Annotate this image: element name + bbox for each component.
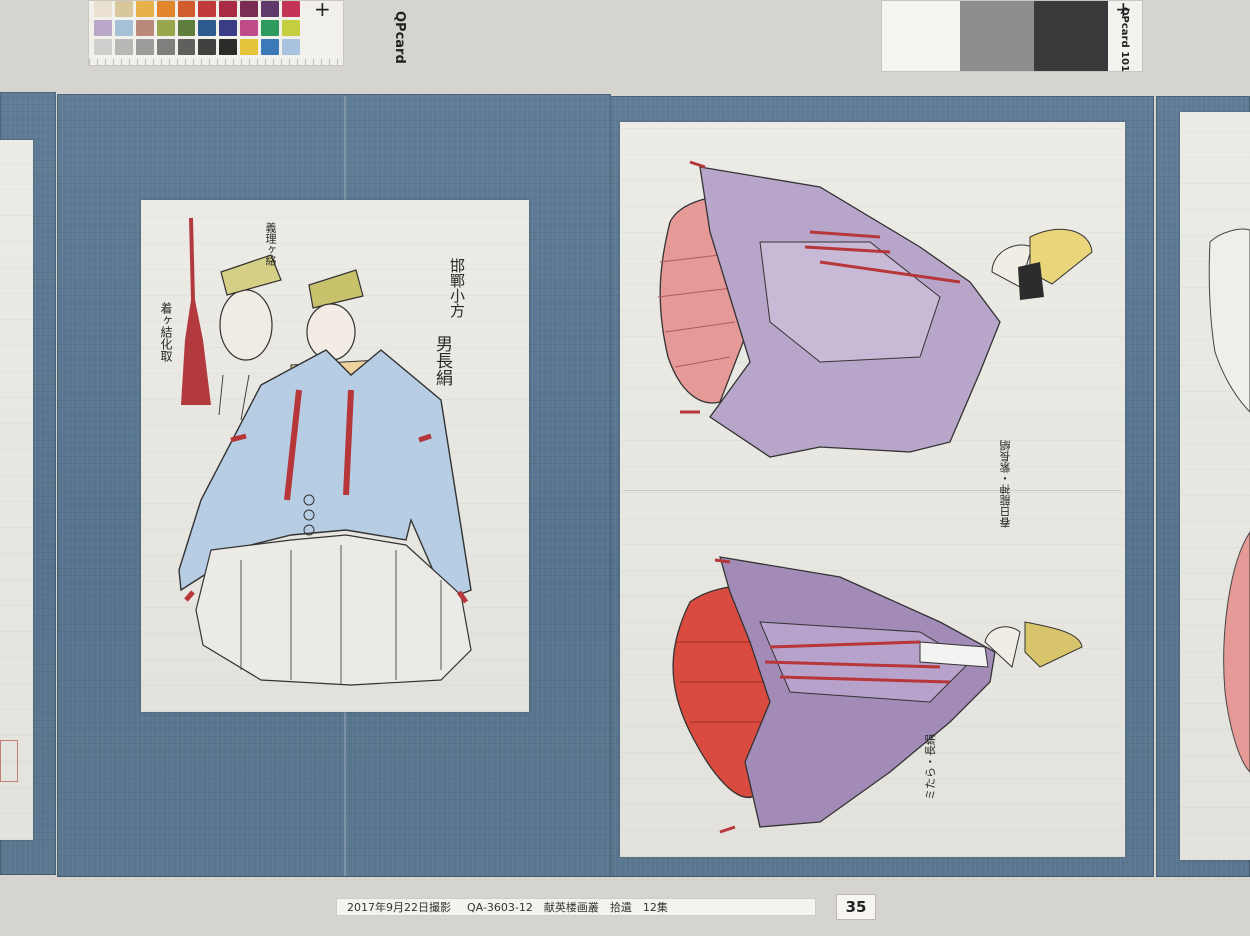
inscription-lower-figure: ミたら・長絹 (924, 734, 937, 800)
color-swatch (135, 39, 154, 55)
color-swatch (282, 20, 300, 36)
color-swatch (282, 1, 300, 17)
color-swatch (156, 1, 175, 17)
color-swatch (261, 1, 280, 17)
color-swatch (219, 39, 238, 55)
color-swatch (219, 20, 238, 36)
color-swatch (177, 1, 196, 17)
color-swatch (219, 1, 238, 17)
color-swatch (94, 1, 112, 17)
partial-painting-left (0, 140, 33, 840)
color-swatch (282, 39, 300, 55)
grey-step-mid (960, 1, 1034, 71)
color-swatch (240, 39, 259, 55)
partial-figure-right (1208, 228, 1250, 773)
caption-title: QA-3603-12 献英楼画叢 拾遺 12集 (467, 901, 668, 914)
grey-reference-card: + QPcard 101 (881, 0, 1143, 72)
color-swatch (240, 1, 259, 17)
color-swatch (114, 20, 133, 36)
grey-step-white (882, 1, 960, 71)
inscription-upper-figure: 春日龍神・紫長絹 (999, 440, 1012, 528)
color-swatch (240, 20, 259, 36)
page-number: 35 (836, 894, 876, 920)
grey-card-brand: QPcard 101 (1119, 7, 1130, 72)
color-swatch (261, 20, 280, 36)
color-swatch (94, 39, 112, 55)
caption-date: 2017年9月22日撮影 (347, 901, 451, 914)
color-swatch-grid (91, 1, 303, 59)
color-swatch (94, 20, 112, 36)
color-swatch (177, 20, 196, 36)
color-card-brand: QPcard (392, 11, 407, 64)
color-swatch (156, 39, 175, 55)
color-reference-card: + QPcard (88, 0, 407, 66)
inscription-costume: 男長絹 (432, 335, 452, 386)
color-swatch (198, 20, 217, 36)
color-swatch (198, 1, 217, 17)
figures-right-drawing (657, 160, 1093, 834)
figure-left-drawing (178, 218, 472, 686)
inscription-note-2: 着ヶ結化取 (159, 302, 173, 362)
inscription-title: 邯鄲小方 (448, 258, 466, 318)
color-swatch (135, 20, 154, 36)
color-swatch (114, 1, 133, 17)
color-swatch (198, 39, 217, 55)
photo-caption: 2017年9月22日撮影 QA-3603-12 献英楼画叢 拾遺 12集 (336, 898, 816, 916)
color-swatch (261, 39, 280, 55)
color-swatch (177, 39, 196, 55)
color-swatch (135, 1, 154, 17)
color-swatch (114, 39, 133, 55)
inscription-note-1: 義理ヶ絡 (264, 222, 277, 266)
color-swatch (156, 20, 175, 36)
color-card-ruler (89, 59, 343, 65)
crosshair-icon: + (314, 0, 331, 21)
grey-step-dark (1034, 1, 1108, 71)
seal-stamp (0, 740, 18, 782)
